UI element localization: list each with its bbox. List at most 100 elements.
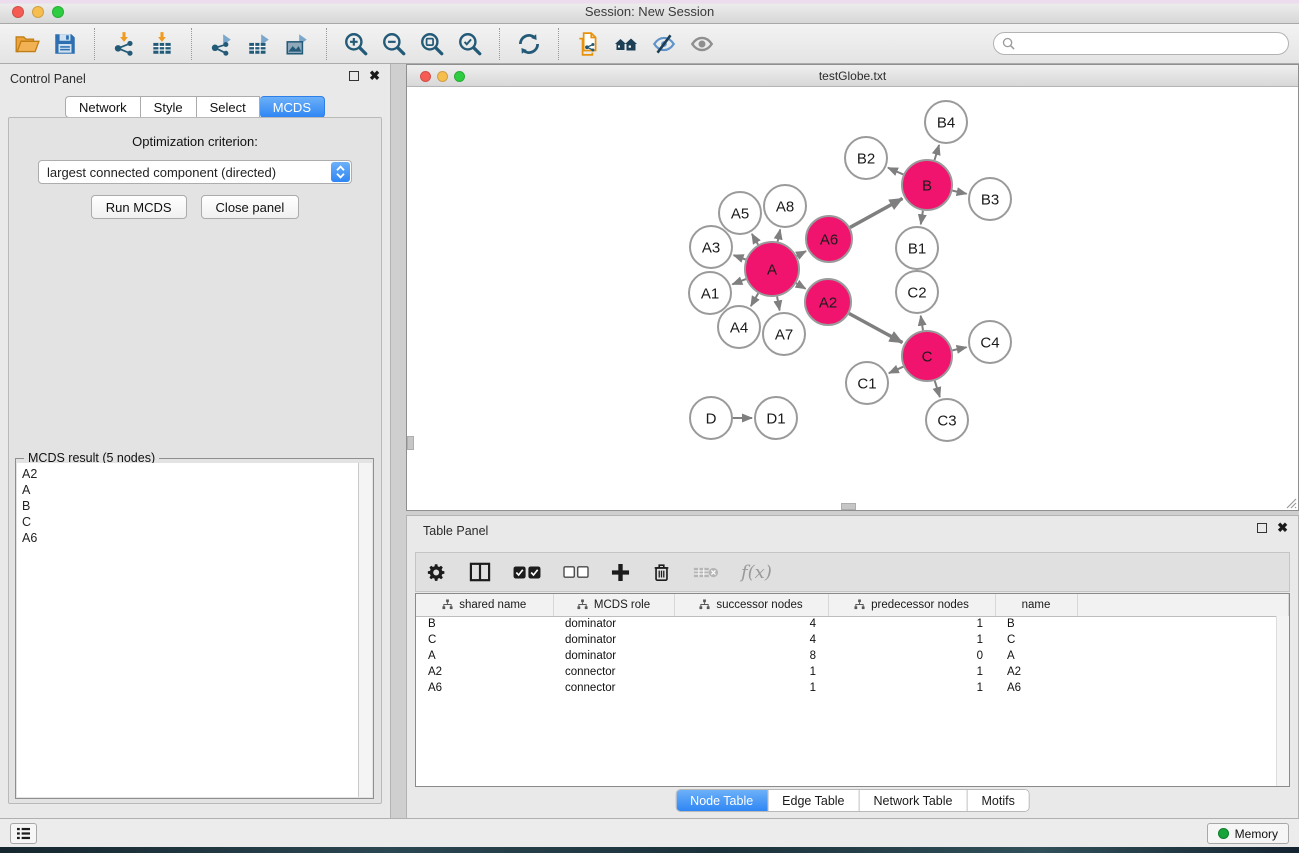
table-cell[interactable]: 1 (828, 632, 995, 648)
network-canvas[interactable]: AA6A2BCA5A8A3A1A4A7B4B2B3B1C2C1C4C3DD1 (407, 87, 1298, 510)
search-field[interactable] (993, 32, 1289, 55)
memory-button[interactable]: Memory (1207, 823, 1289, 844)
mcds-result-item[interactable]: C (22, 514, 353, 530)
table-cell[interactable]: dominator (553, 648, 674, 664)
graph-edge-A6-B[interactable] (850, 199, 902, 228)
export-image-button[interactable] (281, 28, 313, 60)
canvas-horizontal-scroll-thumb[interactable] (841, 503, 856, 510)
graph-edge-B-B1[interactable] (921, 211, 923, 225)
table-cell[interactable]: dominator (553, 632, 674, 648)
delete-column-button[interactable] (652, 562, 671, 582)
table-cell[interactable]: A (995, 648, 1077, 664)
mcds-result-list[interactable]: A2ABCA6 (17, 463, 359, 797)
tab-edge-table[interactable]: Edge Table (768, 790, 859, 811)
table-cell[interactable]: A2 (416, 664, 553, 680)
graph-edge-C-C3[interactable] (935, 381, 940, 397)
export-table-button[interactable] (243, 28, 275, 60)
graph-edge-A2-C[interactable] (849, 313, 902, 342)
graph-edge-A-A7[interactable] (777, 297, 780, 311)
result-scrollbar[interactable] (359, 463, 372, 797)
table-row[interactable]: A6connector11A6 (416, 680, 1289, 696)
table-cell[interactable]: 0 (828, 648, 995, 664)
close-table-panel-icon[interactable]: ✖ (1277, 523, 1288, 533)
tab-style[interactable]: Style (141, 96, 197, 118)
graph-edge-C-C4[interactable] (952, 347, 966, 350)
table-cell[interactable]: connector (553, 664, 674, 680)
table-cell[interactable]: B (995, 616, 1077, 632)
table-cell[interactable]: B (416, 616, 553, 632)
table-cell[interactable]: 1 (674, 664, 828, 680)
graph-edge-A-A3[interactable] (734, 255, 746, 259)
tab-select[interactable]: Select (197, 96, 260, 118)
export-network-button[interactable] (205, 28, 237, 60)
table-row[interactable]: Bdominator41B (416, 616, 1289, 632)
optimization-criterion-select[interactable]: largest connected component (directed) (38, 160, 352, 184)
graph-edge-B-B4[interactable] (935, 145, 940, 160)
zoom-fit-button[interactable] (416, 28, 448, 60)
mcds-result-item[interactable]: A (22, 482, 353, 498)
table-cell[interactable]: connector (553, 680, 674, 696)
column-header-predecessor-nodes[interactable]: predecessor nodes (828, 594, 995, 616)
graph-edge-A-A5[interactable] (752, 234, 758, 245)
tab-motifs[interactable]: Motifs (967, 790, 1028, 811)
open-session-button[interactable] (11, 28, 43, 60)
table-cell[interactable]: 4 (674, 616, 828, 632)
float-panel-icon[interactable] (349, 71, 359, 81)
mcds-result-item[interactable]: A6 (22, 530, 353, 546)
graph-edge-C-C1[interactable] (889, 367, 903, 373)
run-mcds-button[interactable]: Run MCDS (91, 195, 187, 219)
add-column-button[interactable] (611, 563, 630, 582)
table-cell[interactable]: A6 (995, 680, 1077, 696)
column-header-MCDS-role[interactable]: MCDS role (553, 594, 674, 616)
graph-edge-A-A1[interactable] (732, 279, 746, 284)
resize-grip-icon[interactable] (1283, 495, 1297, 509)
show-all-button[interactable] (686, 28, 718, 60)
mcds-result-item[interactable]: B (22, 498, 353, 514)
tab-mcds[interactable]: MCDS (260, 96, 325, 118)
table-cell[interactable]: 1 (828, 680, 995, 696)
table-cell[interactable]: dominator (553, 616, 674, 632)
table-cell[interactable]: 1 (674, 680, 828, 696)
table-settings-button[interactable] (426, 562, 447, 583)
table-cell[interactable]: C (995, 632, 1077, 648)
column-header-name[interactable]: name (995, 594, 1077, 616)
graph-edge-C-C2[interactable] (921, 316, 923, 331)
zoom-in-button[interactable] (340, 28, 372, 60)
tab-network[interactable]: Network (65, 96, 141, 118)
deselect-all-button[interactable] (563, 566, 589, 578)
table-cell[interactable]: 4 (674, 632, 828, 648)
table-cell[interactable]: C (416, 632, 553, 648)
graph-edge-A-A8[interactable] (778, 230, 780, 242)
save-session-button[interactable] (49, 28, 81, 60)
split-column-button[interactable] (469, 562, 491, 582)
table-cell[interactable]: 1 (828, 664, 995, 680)
graph-edge-B-B3[interactable] (952, 191, 966, 194)
close-panel-button[interactable]: Close panel (201, 195, 300, 219)
table-cell[interactable]: 8 (674, 648, 828, 664)
table-row[interactable]: Adominator80A (416, 648, 1289, 664)
search-input[interactable] (1020, 37, 1280, 51)
show-panels-list-button[interactable] (10, 823, 37, 844)
canvas-vertical-scroll-thumb[interactable] (407, 436, 414, 450)
import-network-button[interactable] (108, 28, 140, 60)
zoom-selected-button[interactable] (454, 28, 486, 60)
import-table-button[interactable] (146, 28, 178, 60)
first-neighbors-button[interactable] (610, 28, 642, 60)
float-table-panel-icon[interactable] (1257, 523, 1267, 533)
refresh-button[interactable] (513, 28, 545, 60)
graph-edge-B-B2[interactable] (888, 168, 903, 175)
table-row[interactable]: Cdominator41C (416, 632, 1289, 648)
graph-edge-A-A4[interactable] (751, 293, 758, 306)
graph-edge-A-A6[interactable] (797, 251, 806, 256)
zoom-out-button[interactable] (378, 28, 410, 60)
column-header-successor-nodes[interactable]: successor nodes (674, 594, 828, 616)
tab-node-table[interactable]: Node Table (676, 790, 768, 811)
table-cell[interactable]: A2 (995, 664, 1077, 680)
graph-edge-A-A2[interactable] (796, 283, 805, 289)
table-cell[interactable]: A (416, 648, 553, 664)
table-scrollbar[interactable] (1276, 616, 1289, 786)
tab-network-table[interactable]: Network Table (860, 790, 968, 811)
hide-selected-button[interactable] (648, 28, 680, 60)
table-cell[interactable]: A6 (416, 680, 553, 696)
column-header-shared-name[interactable]: shared name (416, 594, 553, 616)
